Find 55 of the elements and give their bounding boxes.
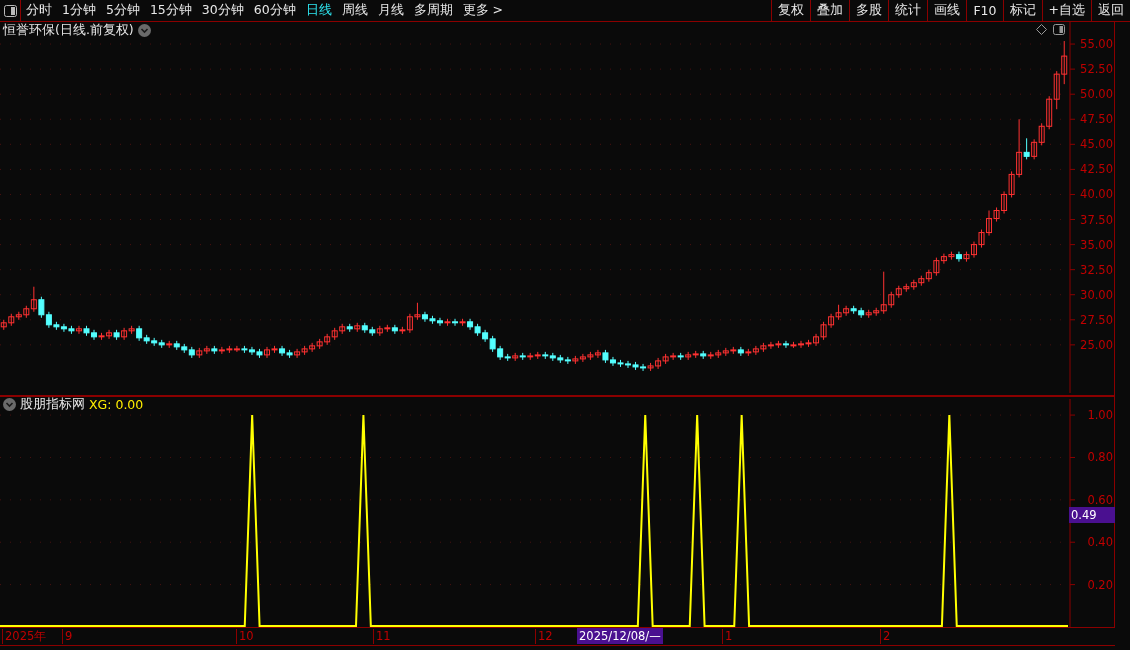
period-tab[interactable]: 多周期 xyxy=(408,0,458,21)
indicator-readout: XG: 0.00 xyxy=(89,397,144,412)
axis-label: 1.00 xyxy=(1087,408,1113,423)
toolbar-button[interactable]: 复权 xyxy=(771,0,811,21)
axis-label: 9 xyxy=(62,629,73,644)
period-tab[interactable]: 60分钟 xyxy=(248,0,301,21)
panel-toggle-icon[interactable] xyxy=(3,4,17,17)
toolbar-button[interactable]: 标记 xyxy=(1002,0,1042,21)
axis-label: 47.50 xyxy=(1080,112,1113,127)
toolbar-button[interactable]: 画线 xyxy=(927,0,967,21)
axis-label: 25.00 xyxy=(1080,337,1113,352)
period-tab[interactable]: 日线 xyxy=(300,0,337,21)
axis-label: 32.50 xyxy=(1080,262,1113,277)
axis-label: 55.00 xyxy=(1080,37,1113,52)
toolbar-button[interactable]: F10 xyxy=(966,0,1003,21)
period-tab[interactable]: 1分钟 xyxy=(57,0,101,21)
diamond-icon[interactable] xyxy=(1036,24,1047,35)
toolbar-button[interactable]: 统计 xyxy=(888,0,928,21)
axis-label: 45.00 xyxy=(1080,137,1113,152)
toolbar-button[interactable]: 叠加 xyxy=(810,0,850,21)
chevron-down-icon[interactable] xyxy=(137,24,151,37)
period-tab[interactable]: 更多 > xyxy=(457,0,509,21)
axis-label: 0.80 xyxy=(1087,450,1113,465)
axis-label: 40.00 xyxy=(1080,187,1113,202)
axis-label: 52.50 xyxy=(1080,62,1113,77)
axis-label: 0.20 xyxy=(1087,577,1113,592)
chart-title: 恒誉环保(日线.前复权) xyxy=(3,22,134,39)
axis-label: 11 xyxy=(373,629,391,644)
axis-label: 2 xyxy=(880,629,891,644)
period-tab[interactable]: 月线 xyxy=(372,0,409,21)
axis-label: 2025年 xyxy=(2,629,47,644)
panel-toggle-icon[interactable] xyxy=(1053,24,1065,35)
axis-label: 27.50 xyxy=(1080,312,1113,327)
axis-label: 0.60 xyxy=(1087,492,1113,507)
axis-label: 30.00 xyxy=(1080,287,1113,302)
axis-label: 37.50 xyxy=(1080,212,1113,227)
period-tab[interactable]: 周线 xyxy=(336,0,373,21)
period-tab[interactable]: 5分钟 xyxy=(100,0,145,21)
axis-label: 10 xyxy=(236,629,254,644)
cursor-date-tag: 2025/12/08/— xyxy=(577,628,663,644)
chevron-down-icon[interactable] xyxy=(3,398,16,411)
toolbar-button[interactable]: 返回 xyxy=(1091,0,1130,21)
period-tab[interactable]: 30分钟 xyxy=(196,0,249,21)
indicator-name: 股朋指标网 xyxy=(20,396,85,413)
axis-label: 12 xyxy=(535,629,553,644)
axis-label: 50.00 xyxy=(1080,87,1113,102)
period-tab[interactable]: 分时 xyxy=(21,0,57,21)
axis-label: 0.40 xyxy=(1087,535,1113,550)
toolbar-button[interactable]: 多股 xyxy=(849,0,889,21)
axis-label: 1 xyxy=(722,629,733,644)
cursor-value-tag: 0.49 xyxy=(1069,507,1115,523)
axis-label: 35.00 xyxy=(1080,237,1113,252)
toolbar-button[interactable]: +自选 xyxy=(1041,0,1091,21)
axis-label: 42.50 xyxy=(1080,162,1113,177)
period-tab[interactable]: 15分钟 xyxy=(144,0,197,21)
